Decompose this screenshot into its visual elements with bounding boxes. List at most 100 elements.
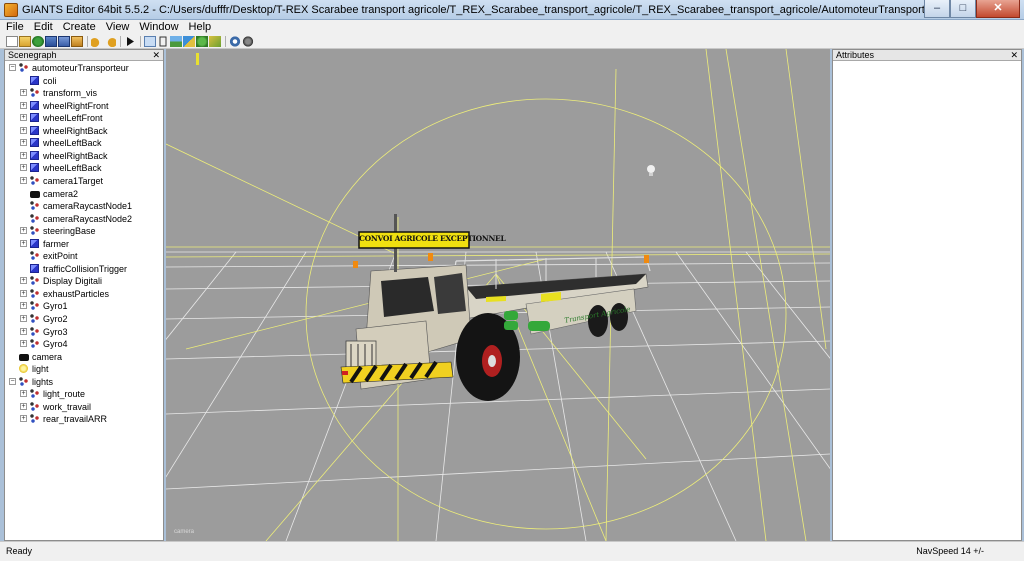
scenegraph-node[interactable]: camera2: [5, 188, 163, 200]
new-icon[interactable]: [6, 35, 18, 47]
maximize-button[interactable]: □: [950, 0, 976, 18]
save-as-icon[interactable]: [58, 35, 70, 47]
attributes-close-icon[interactable]: ✕: [1010, 50, 1018, 61]
3d-viewport[interactable]: CONVOI AGRICOLE EXCEPTIONNEL Transport A…: [166, 49, 830, 541]
scenegraph-node[interactable]: cameraRaycastNode2: [5, 213, 163, 225]
expand-icon[interactable]: +: [20, 340, 27, 348]
scenegraph-node[interactable]: + light_route: [5, 388, 163, 400]
expand-icon[interactable]: +: [20, 315, 27, 322]
scenegraph-node[interactable]: exitPoint: [5, 250, 163, 262]
expand-icon[interactable]: +: [20, 114, 27, 122]
decal-icon[interactable]: [209, 35, 221, 47]
scenegraph-node-label: transform_vis: [43, 88, 98, 99]
expand-icon[interactable]: +: [20, 101, 27, 109]
toolbar-separator: [120, 35, 121, 47]
scenegraph-node-label: exhaustParticles: [43, 288, 110, 299]
expand-icon[interactable]: +: [20, 164, 27, 172]
scenegraph-node[interactable]: + wheelLeftBack: [5, 162, 163, 174]
scenegraph-node[interactable]: + Gyro1: [5, 300, 163, 312]
select-icon[interactable]: [144, 35, 156, 47]
transform-node-icon: [30, 301, 39, 311]
light-marker: [196, 53, 199, 65]
scenegraph-node[interactable]: + wheelLeftBack: [5, 137, 163, 149]
scenegraph-node-label: wheelLeftBack: [43, 138, 102, 149]
undo-icon[interactable]: [91, 35, 103, 47]
scenegraph-node-label: wheelRightFront: [43, 100, 109, 111]
expand-icon[interactable]: +: [20, 390, 27, 398]
scenegraph-node[interactable]: light: [5, 363, 163, 375]
scenegraph-node-label: rear_travailARR: [43, 414, 108, 425]
scenegraph-node[interactable]: + wheelRightFront: [5, 100, 163, 112]
shape-node-icon: [30, 163, 39, 173]
reload-icon[interactable]: [32, 35, 44, 47]
scenegraph-node[interactable]: + rear_travailARR: [5, 413, 163, 425]
redo-icon[interactable]: [104, 35, 116, 47]
scenegraph-node[interactable]: camera: [5, 351, 163, 363]
light-bulb-icon: [647, 165, 655, 176]
scenegraph-node-label: trafficCollisionTrigger: [43, 263, 128, 274]
expand-icon[interactable]: +: [20, 89, 27, 97]
scenegraph-node[interactable]: + Gyro4: [5, 338, 163, 350]
menu-help[interactable]: Help: [183, 20, 216, 34]
scenegraph-node[interactable]: + transform_vis: [5, 87, 163, 99]
scenegraph-node-label: light_route: [43, 389, 86, 400]
scenegraph-node[interactable]: − automoteurTransporteur: [5, 62, 163, 74]
minimize-button[interactable]: –: [924, 0, 950, 18]
scenegraph-node-label: cameraRaycastNode2: [43, 213, 133, 224]
scenegraph-node[interactable]: + wheelRightBack: [5, 150, 163, 162]
expand-icon[interactable]: +: [20, 227, 27, 235]
navspeed-text: NavSpeed 14 +/-: [916, 546, 984, 556]
scenegraph-node[interactable]: cameraRaycastNode1: [5, 200, 163, 212]
expand-icon[interactable]: +: [20, 289, 27, 297]
scenegraph-node[interactable]: + Display Digitali: [5, 275, 163, 287]
expand-icon[interactable]: +: [20, 151, 27, 159]
scenegraph-node[interactable]: + exhaustParticles: [5, 288, 163, 300]
scenegraph-node[interactable]: trafficCollisionTrigger: [5, 263, 163, 275]
expand-icon[interactable]: +: [20, 239, 27, 247]
scenegraph-node[interactable]: + farmer: [5, 238, 163, 250]
expand-icon[interactable]: +: [20, 126, 27, 134]
transform-node-icon: [19, 376, 28, 386]
menu-view[interactable]: View: [100, 20, 134, 34]
camera-node-icon: [19, 353, 29, 361]
expand-icon[interactable]: +: [20, 302, 27, 310]
collapse-icon[interactable]: −: [9, 377, 16, 385]
viewport-scene: [166, 49, 830, 541]
play-icon[interactable]: [124, 36, 136, 47]
menu-window[interactable]: Window: [133, 20, 182, 34]
scenegraph-node-label: camera2: [43, 188, 79, 199]
viewport-camera-label: camera: [174, 529, 195, 535]
scripts-icon[interactable]: [242, 35, 254, 47]
open-icon[interactable]: [19, 35, 31, 47]
scenegraph-node[interactable]: coli: [5, 75, 163, 87]
expand-icon[interactable]: +: [20, 415, 27, 423]
menu-edit[interactable]: Edit: [28, 20, 57, 34]
scenegraph-node[interactable]: + Gyro3: [5, 326, 163, 338]
scenegraph-node[interactable]: + work_travail: [5, 401, 163, 413]
paint-icon[interactable]: [183, 35, 195, 47]
menu-file[interactable]: File: [0, 20, 28, 34]
move-icon[interactable]: [157, 36, 169, 47]
expand-icon[interactable]: +: [20, 277, 27, 285]
scenegraph-close-icon[interactable]: ✕: [152, 50, 160, 61]
attributes-title: Attributes: [836, 50, 875, 60]
menu-create[interactable]: Create: [57, 20, 100, 34]
expand-icon[interactable]: +: [20, 327, 27, 335]
collapse-icon[interactable]: −: [9, 64, 16, 71]
save-icon[interactable]: [45, 35, 57, 47]
scenegraph-node[interactable]: + camera1Target: [5, 175, 163, 187]
scenegraph-node-label: cameraRaycastNode1: [43, 201, 133, 212]
expand-icon[interactable]: +: [20, 176, 27, 184]
scenegraph-node[interactable]: + wheelRightBack: [5, 125, 163, 137]
scenegraph-node[interactable]: + wheelLeftFront: [5, 112, 163, 124]
import-icon[interactable]: [71, 35, 83, 47]
foliage-icon[interactable]: [196, 35, 208, 47]
scenegraph-node[interactable]: − lights: [5, 376, 163, 388]
close-button[interactable]: ✕: [976, 0, 1020, 18]
scenegraph-node[interactable]: + steeringBase: [5, 225, 163, 237]
settings-icon[interactable]: [229, 35, 241, 47]
expand-icon[interactable]: +: [20, 402, 27, 410]
scenegraph-node[interactable]: + Gyro2: [5, 313, 163, 325]
expand-icon[interactable]: +: [20, 139, 27, 147]
terrain-icon[interactable]: [170, 35, 182, 47]
